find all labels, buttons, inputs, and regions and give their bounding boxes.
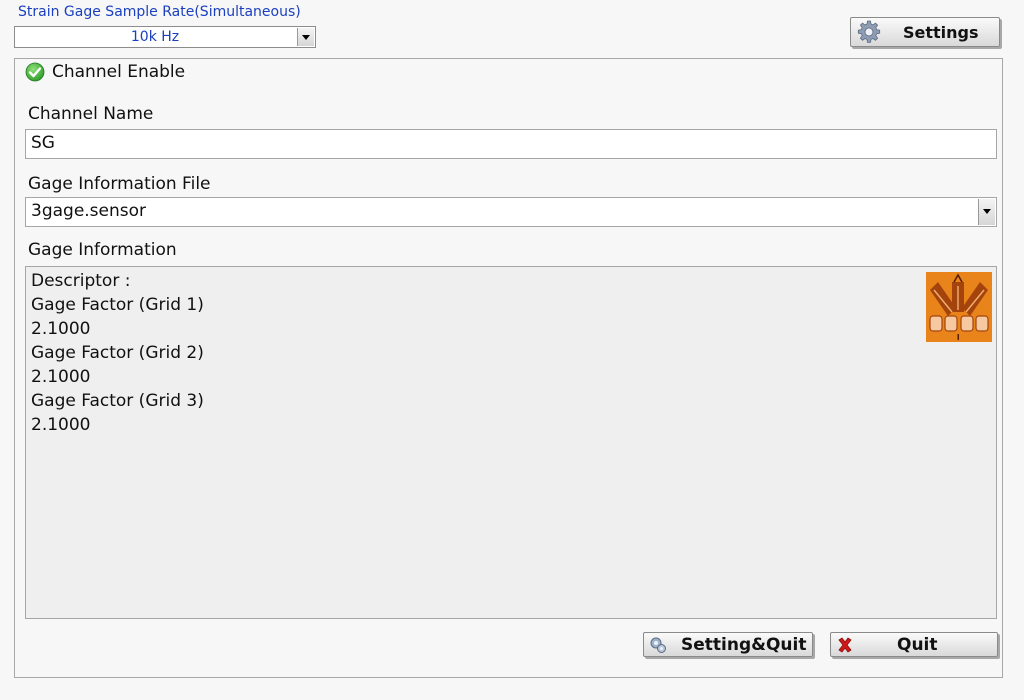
gage-info-line: Gage Factor (Grid 1) xyxy=(31,295,204,315)
gear-icon xyxy=(857,20,881,43)
channel-enable-checkbox[interactable]: Channel Enable xyxy=(25,62,185,82)
gear-small-icon xyxy=(650,637,666,653)
sample-rate-value: 10k Hz xyxy=(130,29,180,45)
sample-rate-label: Strain Gage Sample Rate(Simultaneous) xyxy=(18,4,301,20)
gage-info-line: Gage Factor (Grid 2) xyxy=(31,343,204,363)
setting-quit-label: Setting&Quit xyxy=(681,634,807,655)
gage-info-line: 2.1000 xyxy=(31,319,91,339)
gage-info-line: 2.1000 xyxy=(31,367,91,387)
gage-info-line: 2.1000 xyxy=(31,415,91,435)
channel-name-label: Channel Name xyxy=(28,104,154,124)
check-circle-icon xyxy=(25,62,45,82)
gage-file-select[interactable]: 3gage.sensor xyxy=(25,197,997,227)
settings-button-label: Settings xyxy=(903,22,979,42)
gage-info-line: Gage Factor (Grid 3) xyxy=(31,391,204,411)
setting-quit-button[interactable]: Setting&Quit xyxy=(643,632,813,657)
gage-info-label: Gage Information xyxy=(28,240,177,260)
chevron-down-icon[interactable] xyxy=(978,199,995,225)
sample-rate-select[interactable]: 10k Hz xyxy=(14,26,316,48)
quit-label: Quit xyxy=(897,634,938,655)
red-x-icon xyxy=(838,636,852,653)
settings-button[interactable]: Settings xyxy=(850,17,1000,47)
quit-button[interactable]: Quit xyxy=(830,632,998,657)
gage-file-value: 3gage.sensor xyxy=(31,201,147,221)
channel-name-field[interactable]: SG xyxy=(25,129,997,159)
strain-gage-image xyxy=(926,272,992,342)
gage-info-text: Descriptor : Gage Factor (Grid 1) 2.1000… xyxy=(31,269,204,437)
chevron-down-icon[interactable] xyxy=(297,28,314,46)
gage-file-label: Gage Information File xyxy=(28,174,211,194)
channel-enable-label: Channel Enable xyxy=(52,62,186,82)
gage-info-line: Descriptor : xyxy=(31,271,131,291)
